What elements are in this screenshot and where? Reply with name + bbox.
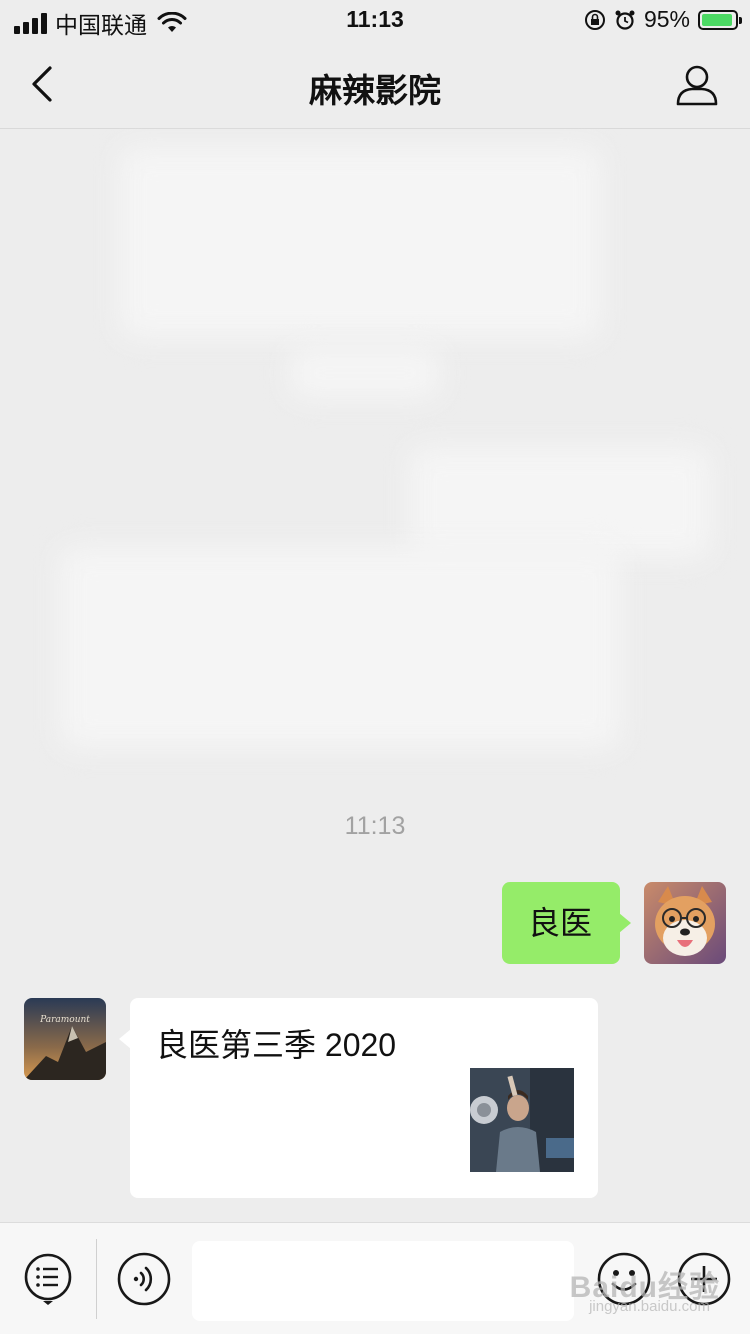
- orientation-lock-icon: [584, 9, 605, 30]
- person-icon[interactable]: [674, 62, 720, 108]
- blurred-history: [0, 128, 750, 788]
- dog-avatar-image: [644, 882, 726, 964]
- list-menu-icon[interactable]: [22, 1249, 78, 1305]
- chat-title: 麻辣影院: [309, 72, 441, 109]
- sent-message-text: 良医: [528, 905, 593, 941]
- battery-percent: 95%: [643, 6, 690, 32]
- message-input[interactable]: [192, 1241, 574, 1321]
- battery-charging-icon: [698, 9, 742, 30]
- show-thumbnail-image: [470, 1068, 574, 1172]
- battery-fill: [702, 13, 733, 26]
- voice-icon[interactable]: [116, 1251, 172, 1307]
- status-right: 95%: [584, 6, 742, 33]
- nav-bar: 麻辣影院: [0, 42, 750, 129]
- svg-text:Paramount: Paramount: [39, 1015, 90, 1025]
- card-thumbnail: [470, 1068, 574, 1172]
- sent-message-bubble[interactable]: 良医: [502, 882, 631, 964]
- alarm-icon: [615, 10, 635, 30]
- card-title: 良医第三季 2020: [156, 1027, 397, 1063]
- chat-screen: 中国联通 11:13 95% 麻辣影院 11:13 良医 Paramount 良…: [0, 0, 750, 1334]
- mountain-logo-image: Paramount: [24, 998, 106, 1080]
- self-avatar[interactable]: [644, 882, 726, 964]
- status-bar: 中国联通 11:13 95%: [0, 0, 750, 42]
- input-divider: [96, 1239, 97, 1319]
- watermark-url: jingyan.baidu.com: [589, 1298, 710, 1315]
- message-timestamp: 11:13: [344, 812, 406, 840]
- contact-avatar[interactable]: Paramount: [24, 998, 106, 1080]
- shared-link-card[interactable]: 良医第三季 2020: [119, 998, 598, 1198]
